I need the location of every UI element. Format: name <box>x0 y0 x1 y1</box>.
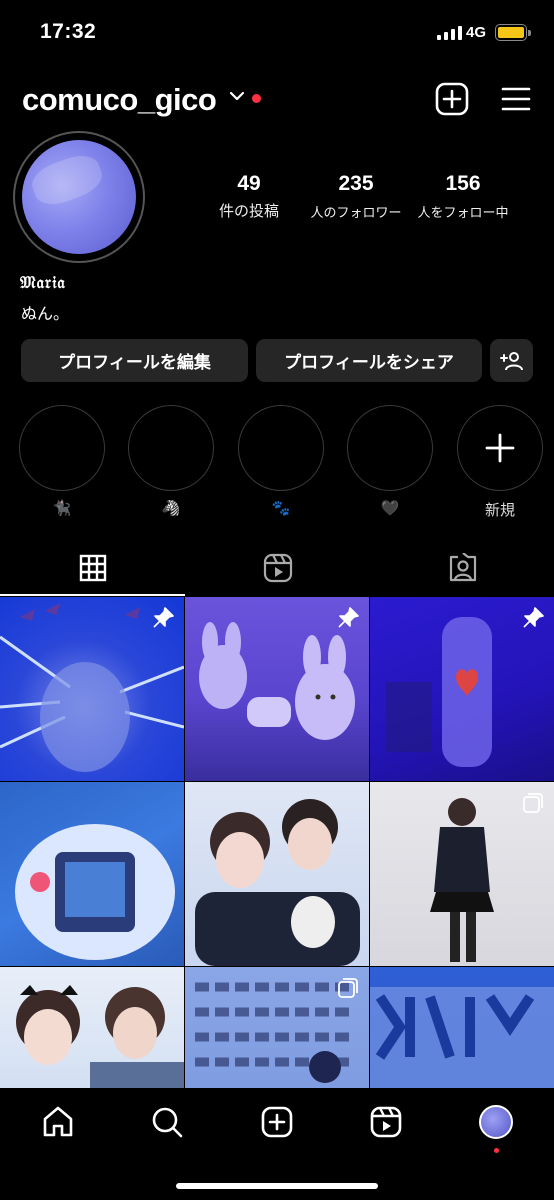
add-person-icon <box>499 351 523 370</box>
avatar-image <box>22 140 136 254</box>
pin-icon <box>338 607 359 628</box>
tab-grid[interactable] <box>0 540 185 596</box>
discover-people-button[interactable] <box>490 339 533 382</box>
network-type: 4G <box>466 24 487 41</box>
nav-search[interactable] <box>147 1102 187 1142</box>
following-count: 156 <box>445 172 481 195</box>
highlight-cover <box>238 405 324 491</box>
edit-profile-button[interactable]: プロフィールを編集 <box>21 339 248 382</box>
signal-icon <box>437 26 462 40</box>
battery-fill <box>498 27 524 38</box>
highlight-label: 🖤 <box>380 500 400 517</box>
highlight-label: 🦓 <box>161 500 181 517</box>
profile-header: comuco_gico <box>0 78 554 122</box>
post-thumbnail[interactable] <box>185 597 369 781</box>
highlight-item[interactable]: 🐈‍⬛ <box>19 405 105 519</box>
multiple-posts-icon <box>338 978 358 998</box>
post-thumbnail[interactable] <box>370 782 554 966</box>
stat-followers[interactable]: 235 人のフォロワー <box>300 172 412 221</box>
nav-profile[interactable] <box>476 1102 516 1142</box>
username[interactable]: comuco_gico <box>22 82 217 118</box>
notification-dot <box>252 94 261 103</box>
highlight-item[interactable]: 🦓 <box>128 405 214 519</box>
nav-home[interactable] <box>38 1102 78 1142</box>
nav-reels[interactable] <box>366 1102 406 1142</box>
pin-icon <box>153 607 174 628</box>
post-thumbnail[interactable] <box>0 597 184 781</box>
profile-tabs <box>0 540 554 596</box>
nav-create[interactable] <box>257 1102 297 1142</box>
bio: ぬん。 <box>21 306 70 323</box>
highlight-item[interactable]: 🖤 <box>347 405 433 519</box>
followers-label: 人のフォロワー <box>310 205 402 220</box>
search-icon <box>152 1107 183 1138</box>
posts-label: 件の投稿 <box>218 203 279 220</box>
status-time: 17:32 <box>40 20 97 43</box>
highlight-item[interactable]: 🐾 <box>238 405 324 519</box>
highlight-cover <box>128 405 214 491</box>
stat-following[interactable]: 156 人をフォロー中 <box>410 172 516 221</box>
followers-count: 235 <box>338 172 374 195</box>
post-thumbnail[interactable] <box>370 597 554 781</box>
share-profile-button[interactable]: プロフィールをシェア <box>256 339 482 382</box>
post-art <box>15 824 175 960</box>
highlight-label: 🐾 <box>271 500 291 517</box>
chevron-down-icon[interactable] <box>229 90 245 102</box>
share-profile-label: プロフィールをシェア <box>284 353 454 372</box>
post-thumbnail[interactable] <box>0 782 184 966</box>
plus-icon <box>485 433 515 463</box>
post-thumbnail[interactable] <box>185 782 369 966</box>
display-name: 𝔐𝔞𝔯𝔦𝔞 <box>20 273 66 293</box>
reels-icon <box>263 553 292 583</box>
post-art <box>195 799 360 966</box>
status-bar: 17:32 4G <box>0 0 554 68</box>
pin-icon <box>523 607 544 628</box>
reels-icon <box>370 1106 402 1138</box>
tab-reels[interactable] <box>185 540 370 596</box>
new-highlight-label: 新規 <box>484 502 515 519</box>
multiple-posts-icon <box>523 793 543 813</box>
tab-tagged[interactable] <box>370 540 554 596</box>
highlight-cover <box>19 405 105 491</box>
new-post-icon[interactable] <box>435 82 469 116</box>
tagged-icon <box>449 553 476 582</box>
active-tab-underline <box>0 594 185 596</box>
battery-icon <box>495 24 531 41</box>
profile-avatar[interactable] <box>13 131 145 263</box>
edit-profile-label: プロフィールを編集 <box>58 353 211 372</box>
following-label: 人をフォロー中 <box>417 205 509 220</box>
highlight-label: 🐈‍⬛ <box>52 500 72 517</box>
profile-avatar-small <box>479 1105 513 1139</box>
new-highlight-circle <box>457 405 543 491</box>
home-indicator <box>176 1183 378 1189</box>
create-icon <box>261 1106 293 1138</box>
highlight-cover <box>347 405 433 491</box>
home-icon <box>43 1106 73 1137</box>
grid-icon <box>79 554 106 582</box>
posts-count: 49 <box>237 172 261 195</box>
menu-icon[interactable] <box>499 82 533 116</box>
stat-posts[interactable]: 49 件の投稿 <box>198 172 300 221</box>
new-highlight-button[interactable]: 新規 <box>457 405 543 519</box>
active-indicator-dot <box>494 1148 499 1153</box>
